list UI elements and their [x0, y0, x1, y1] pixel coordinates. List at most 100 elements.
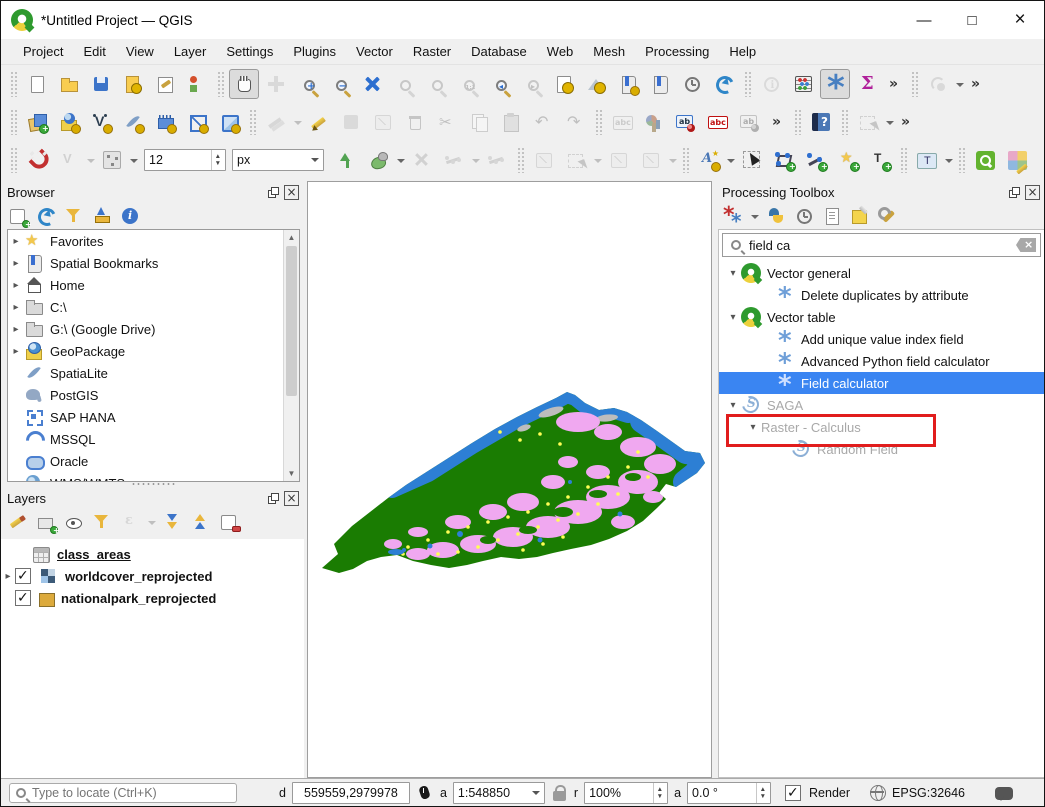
close-button[interactable]: × — [996, 1, 1044, 39]
expander-icon[interactable]: ▸ — [8, 302, 24, 313]
menu-raster[interactable]: Raster — [403, 39, 461, 65]
search-input[interactable]: field ca — [749, 238, 790, 253]
dropdown-arrow-icon[interactable] — [956, 83, 964, 91]
spin-arrows[interactable]: ▲▼ — [653, 783, 663, 803]
new-annotation-layer-button[interactable] — [694, 145, 724, 175]
toolbar-grip[interactable] — [841, 109, 848, 135]
save-edits-button[interactable] — [336, 107, 366, 137]
panel-close-button[interactable] — [284, 185, 298, 199]
identify-features-button[interactable] — [756, 69, 786, 99]
statistical-summary-button[interactable] — [788, 69, 818, 99]
magnifier-spinbox[interactable]: 100% ▲▼ — [584, 782, 668, 804]
new-spatial-bookmark-button[interactable] — [613, 69, 643, 99]
menu-layer[interactable]: Layer — [164, 39, 217, 65]
add-raster-layer-button[interactable] — [54, 107, 84, 137]
alg-random-field[interactable]: Random Field — [719, 438, 1044, 460]
menu-settings[interactable]: Settings — [216, 39, 283, 65]
lock-scale-icon[interactable] — [553, 791, 566, 801]
locator-input[interactable] — [32, 786, 202, 800]
multiedit-button[interactable] — [529, 145, 559, 175]
zoom-to-layer-button[interactable] — [421, 69, 451, 99]
cut-features-button[interactable] — [432, 107, 462, 137]
new-print-layout-button[interactable] — [118, 69, 148, 99]
dropdown-arrow-icon[interactable] — [669, 159, 677, 167]
toggle-editing-button[interactable] — [304, 107, 334, 137]
clear-search-icon[interactable] — [1016, 238, 1036, 252]
current-edits-button[interactable] — [261, 107, 291, 137]
map-canvas[interactable] — [307, 181, 712, 778]
expander-icon[interactable]: ▸ — [8, 280, 24, 291]
filter-by-expression-button[interactable] — [119, 511, 141, 533]
move-feature-button[interactable] — [439, 145, 469, 175]
browser-item-oracle[interactable]: Oracle — [8, 450, 299, 472]
alg-advanced-python-field-calculator[interactable]: Advanced Python field calculator — [719, 350, 1044, 372]
refresh-map-button[interactable] — [709, 69, 739, 99]
zoom-out-button[interactable] — [325, 69, 355, 99]
layer-visibility-checkbox[interactable] — [15, 590, 31, 606]
panel-float-button[interactable] — [266, 185, 280, 199]
dropdown-arrow-icon[interactable] — [751, 215, 759, 223]
panel-close-button[interactable] — [1025, 185, 1039, 199]
python-scripts-button[interactable] — [765, 205, 787, 227]
browser-scrollbar[interactable]: ▲ ▼ — [283, 230, 299, 481]
menu-database[interactable]: Database — [461, 39, 537, 65]
invert-selection-button[interactable] — [636, 145, 666, 175]
scrollbar-thumb[interactable] — [286, 246, 297, 396]
layer-item-nationalpark[interactable]: nationalpark_reprojected — [1, 587, 304, 609]
panel-float-button[interactable] — [266, 491, 280, 505]
nominatim-search-button[interactable] — [970, 145, 1000, 175]
toolbar-grip[interactable] — [10, 71, 17, 97]
new-3d-map-view-button[interactable] — [581, 69, 611, 99]
add-selected-layers-button[interactable] — [7, 205, 29, 227]
new-map-view-button[interactable] — [549, 69, 579, 99]
zoom-in-button[interactable] — [293, 69, 323, 99]
processing-search-box[interactable]: field ca — [722, 233, 1041, 257]
alg-field-calculator[interactable]: Field calculator — [719, 372, 1044, 394]
expand-all-button[interactable] — [162, 511, 184, 533]
rotation-spinbox[interactable]: 0.0 ° ▲▼ — [687, 782, 771, 804]
render-checkbox[interactable] — [785, 785, 801, 801]
dropdown-arrow-icon[interactable] — [594, 159, 602, 167]
select-features-button[interactable] — [853, 107, 883, 137]
browser-item-spatialite[interactable]: SpatiaLite — [8, 362, 299, 384]
crs-value[interactable]: EPSG:32646 — [892, 786, 965, 800]
collapse-all-button[interactable] — [190, 511, 212, 533]
pan-map-button[interactable] — [229, 69, 259, 99]
delete-selected-button[interactable] — [400, 107, 430, 137]
toolbar-grip[interactable] — [10, 147, 17, 173]
manage-map-themes-button[interactable] — [63, 511, 85, 533]
processing-tree[interactable]: ▾ Vector general Delete duplicates by at… — [719, 262, 1044, 777]
browser-item-favorites[interactable]: ▸Favorites — [8, 230, 299, 252]
models-button[interactable] — [722, 205, 744, 227]
history-button[interactable] — [793, 205, 815, 227]
panel-float-button[interactable] — [1007, 185, 1021, 199]
zoom-native-button[interactable] — [453, 69, 483, 99]
menu-help[interactable]: Help — [719, 39, 766, 65]
toolbar-grip[interactable] — [249, 109, 256, 135]
marker-annotation-button[interactable] — [833, 145, 863, 175]
expander-icon[interactable]: ▸ — [8, 324, 24, 335]
expander-icon[interactable]: ▾ — [725, 268, 741, 279]
help-button[interactable] — [806, 107, 836, 137]
browser-item-wms[interactable]: WMS/WMTS — [8, 472, 299, 482]
toolbar-overflow-button[interactable] — [884, 69, 906, 99]
results-viewer-button[interactable] — [821, 205, 843, 227]
panel-splitter-handle[interactable] — [131, 482, 175, 486]
menu-mesh[interactable]: Mesh — [583, 39, 635, 65]
form-annotation-button[interactable] — [912, 145, 942, 175]
dropdown-arrow-icon[interactable] — [397, 159, 405, 167]
open-layer-styling-button[interactable] — [7, 511, 29, 533]
snapping-mode-button[interactable] — [54, 145, 84, 175]
menu-vector[interactable]: Vector — [346, 39, 403, 65]
alg-add-unique-value-index[interactable]: Add unique value index field — [719, 328, 1044, 350]
toolbar-overflow-button[interactable] — [767, 107, 789, 137]
new-project-button[interactable] — [22, 69, 52, 99]
layer-labeling-button[interactable] — [607, 107, 637, 137]
browser-item-spatial-bookmarks[interactable]: ▸Spatial Bookmarks — [8, 252, 299, 274]
add-virtual-layer-button[interactable] — [182, 107, 212, 137]
extents-icon[interactable] — [416, 784, 434, 802]
menu-web[interactable]: Web — [537, 39, 584, 65]
style-manager-button[interactable] — [182, 69, 212, 99]
layer-item-worldcover[interactable]: ▸ worldcover_reprojected — [1, 565, 304, 587]
browser-item-geopackage[interactable]: ▸GeoPackage — [8, 340, 299, 362]
